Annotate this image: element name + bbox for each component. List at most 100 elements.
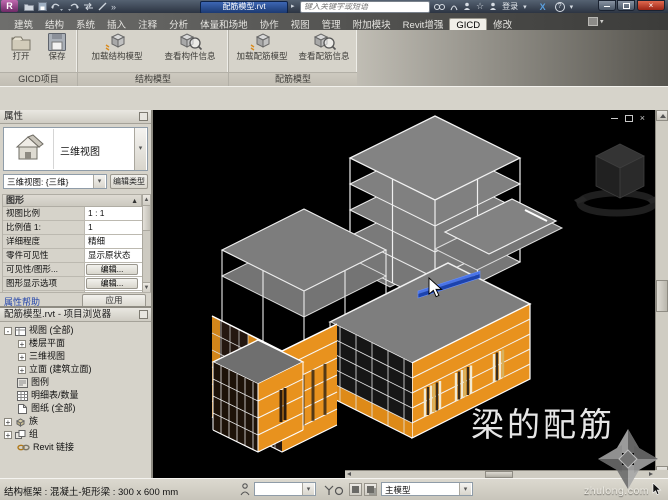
save-icon[interactable] [38, 2, 47, 11]
tree-item-families[interactable]: +族 [0, 415, 92, 428]
help-icon[interactable]: ? [555, 2, 565, 12]
instance-filter-combo[interactable]: 三维视图: {三维} ▾ [3, 174, 107, 189]
open-button[interactable]: 打开 [4, 31, 38, 61]
subscription-icon[interactable] [450, 2, 458, 11]
expand-toggle[interactable]: + [18, 366, 26, 374]
tree-item-views[interactable]: -视图 (全部) [0, 324, 92, 337]
expand-toggle[interactable]: + [4, 431, 12, 439]
tree-item-sheets[interactable]: 图纸 (全部) [0, 402, 92, 415]
quick-access-toolbar: » [24, 1, 116, 12]
scroll-thumb[interactable] [143, 206, 150, 231]
vertical-scroll-thumb[interactable] [656, 280, 668, 312]
open-icon[interactable] [24, 2, 34, 11]
palette-options-icon[interactable] [139, 112, 148, 121]
tree-item-revit-links[interactable]: Revit 链接 [0, 441, 92, 454]
viewcube[interactable] [574, 144, 655, 213]
scroll-left-icon[interactable] [347, 472, 351, 476]
vertical-scrollbar[interactable] [655, 110, 668, 478]
horizontal-scroll-thumb[interactable] [485, 471, 513, 478]
scroll-up-button[interactable] [656, 110, 668, 121]
tree-item-schedules[interactable]: 明细表/数量 [0, 389, 92, 402]
communication-icon[interactable] [463, 2, 471, 11]
worksharing-icon[interactable] [240, 483, 251, 496]
tree-item-legends[interactable]: 图例 [0, 376, 92, 389]
property-row[interactable]: 零件可见性显示原状态 [3, 249, 143, 263]
edit-design-option-button[interactable] [364, 483, 377, 496]
qat-overflow-icon[interactable]: » [111, 2, 116, 12]
help-dropdown-icon[interactable]: ▾ [570, 3, 574, 11]
revit-app-menu-icon[interactable]: R [1, 0, 18, 12]
type-dropdown-icon[interactable]: ▾ [134, 128, 146, 170]
view-minimize-icon[interactable] [611, 118, 618, 119]
workset-combo[interactable]: ▾ [254, 482, 316, 496]
ribbon-display-toggle[interactable]: ▾ [588, 17, 610, 27]
edit-visibility-button[interactable]: 编辑... [86, 264, 138, 275]
property-value[interactable]: 1 : 1 [84, 207, 143, 220]
tree-item-groups[interactable]: +组 [0, 428, 92, 441]
load-structure-model-button[interactable]: 加载结构模型 [82, 31, 152, 61]
redo-icon[interactable] [67, 2, 79, 11]
user-icon[interactable] [489, 2, 497, 11]
panel-label[interactable]: 配筋模型 [229, 72, 357, 86]
design-options-dropdown-icon[interactable]: ▾ [459, 483, 471, 495]
expand-toggle[interactable]: + [4, 418, 12, 426]
palette-options-icon[interactable] [139, 310, 148, 319]
property-row[interactable]: 图形显示选项编辑... [3, 277, 143, 291]
schedule-icon [17, 391, 28, 401]
tree-item-floor-plans[interactable]: +楼层平面 [0, 337, 92, 350]
tree-item-elevations[interactable]: +立面 (建筑立面) [0, 363, 92, 376]
load-model-cubes-icon [249, 32, 275, 52]
window-restore-button[interactable] [617, 0, 635, 11]
section-collapse-icon[interactable]: ▲ [131, 196, 138, 207]
property-row[interactable]: 比例值 1:1 [3, 221, 143, 235]
undo-icon[interactable] [51, 2, 63, 11]
property-value[interactable]: 1 [84, 221, 143, 234]
save-button[interactable]: 保存 [40, 31, 74, 61]
view-element-info-button[interactable]: 查看构件信息 [155, 31, 225, 61]
editable-only-icon[interactable] [324, 484, 344, 496]
search-box[interactable] [300, 1, 430, 13]
exclude-options-button[interactable] [349, 483, 362, 496]
window-close-button[interactable]: × [637, 0, 665, 11]
panel-label[interactable]: 结构模型 [78, 72, 228, 86]
panel-gicd-project: 打开 保存 GICD项目 [0, 30, 78, 86]
ribbon-tab-bar: 建筑结构系统插入注释分析体量和场地协作视图管理附加模块Revit增强GICD修改… [0, 13, 668, 30]
section-graphics[interactable]: 图形 ▲ [2, 194, 142, 207]
property-value[interactable]: 精细 [84, 235, 143, 248]
window-minimize-button[interactable] [598, 0, 616, 11]
search-input[interactable] [301, 3, 427, 11]
panel-label[interactable]: GICD项目 [0, 72, 77, 86]
switch-windows-icon[interactable] [83, 2, 94, 11]
instance-combo-dropdown-icon[interactable]: ▾ [93, 175, 105, 188]
type-icon-cell [5, 129, 54, 169]
expand-toggle[interactable]: + [18, 340, 26, 348]
favorites-star-icon[interactable]: ☆ [476, 1, 484, 12]
workset-dropdown-icon[interactable]: ▾ [302, 483, 314, 495]
view-rebar-info-button[interactable]: 查看配筋信息 [293, 31, 355, 61]
project-browser-header[interactable]: 配筋模型.rvt - 项目浏览器 [0, 308, 151, 322]
property-row[interactable]: 视图比例1 : 1 [3, 207, 143, 221]
load-rebar-model-button[interactable]: 加载配筋模型 [231, 31, 293, 61]
tree-item-3d-views[interactable]: +三维视图 [0, 350, 92, 363]
view-restore-icon[interactable] [625, 115, 633, 122]
signin-dropdown-icon[interactable]: ▾ [523, 3, 527, 11]
property-value[interactable]: 显示原状态 [84, 249, 143, 262]
scroll-up-icon[interactable]: ▲ [143, 195, 150, 206]
view-close-icon[interactable]: × [640, 113, 645, 123]
type-selector[interactable]: 三维视图 ▾ [3, 127, 148, 171]
search-binoculars-icon[interactable] [434, 3, 445, 11]
project-browser: 配筋模型.rvt - 项目浏览器 -视图 (全部) +楼层平面 +三维视图 +立… [0, 306, 151, 478]
measure-icon[interactable] [98, 2, 107, 11]
properties-scrollbar[interactable]: ▲ ▼ [142, 194, 151, 294]
design-options-combo[interactable]: 主模型 ▾ [381, 482, 473, 496]
exchange-apps-icon[interactable]: X [540, 2, 546, 12]
edit-type-button[interactable]: 编辑类型 [110, 174, 148, 189]
expand-toggle[interactable]: + [18, 353, 26, 361]
sign-in-button[interactable]: 登录 [502, 1, 518, 12]
collapse-toggle[interactable]: - [4, 327, 12, 335]
property-row[interactable]: 可见性/图形...编辑... [3, 263, 143, 277]
properties-header[interactable]: 属性 [0, 110, 151, 124]
edit-display-options-button[interactable]: 编辑... [86, 278, 138, 289]
property-row[interactable]: 详细程度精细 [3, 235, 143, 249]
drawing-area[interactable]: 梁的配筋 × [153, 110, 655, 478]
